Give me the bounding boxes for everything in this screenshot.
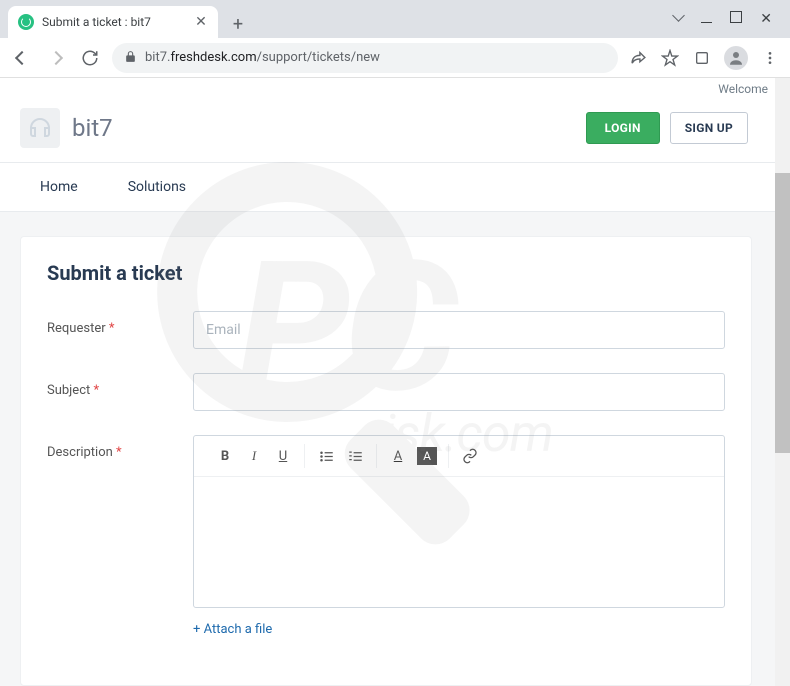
lock-icon (124, 48, 137, 67)
welcome-text: Welcome (0, 78, 790, 96)
signup-button[interactable]: SIGN UP (670, 112, 748, 144)
address-bar[interactable]: bit7.freshdesk.com/support/tickets/new (112, 43, 618, 73)
ticket-form-card: Submit a ticket Requester * Subject * (20, 236, 752, 686)
description-editor: B I U (193, 435, 725, 608)
subject-label: Subject * (47, 373, 193, 398)
rte-font-color-button[interactable]: A (385, 444, 411, 468)
url-domain: freshdesk.com (170, 50, 256, 65)
window-close-button[interactable] (760, 11, 772, 27)
window-maximize-button[interactable] (730, 11, 742, 27)
window-controls (656, 0, 790, 38)
tab-search-icon[interactable] (674, 11, 683, 27)
content-area: Submit a ticket Requester * Subject * (0, 212, 790, 686)
bookmark-icon[interactable] (660, 48, 680, 68)
rte-toolbar: B I U (194, 436, 724, 477)
rte-underline-button[interactable]: U (270, 444, 296, 468)
requester-label: Requester * (47, 311, 193, 336)
brand-logo-icon (20, 108, 60, 148)
nav-home[interactable]: Home (40, 179, 78, 195)
browser-toolbar: bit7.freshdesk.com/support/tickets/new (0, 38, 790, 78)
reload-button[interactable] (78, 46, 102, 70)
rte-ordered-list-button[interactable] (342, 444, 368, 468)
rte-bg-color-button[interactable]: A (414, 444, 440, 468)
scrollbar-thumb[interactable] (775, 173, 790, 453)
nav-solutions[interactable]: Solutions (128, 179, 186, 195)
brand: bit7 (20, 108, 113, 148)
share-icon[interactable] (628, 48, 648, 68)
page-title: Submit a ticket (47, 261, 725, 285)
url-prefix: bit7. (145, 50, 170, 65)
main-nav: Home Solutions (0, 162, 790, 212)
rte-unordered-list-button[interactable] (313, 444, 339, 468)
login-button[interactable]: LOGIN (586, 112, 660, 144)
attach-file-link[interactable]: + Attach a file (193, 622, 272, 637)
description-label: Description * (47, 435, 193, 460)
new-tab-button[interactable]: + (224, 10, 252, 38)
page-header: bit7 LOGIN SIGN UP (20, 104, 770, 162)
subject-input[interactable] (193, 373, 725, 411)
url-path: /support/tickets/new (257, 50, 380, 65)
rte-link-button[interactable] (457, 444, 483, 468)
brand-name: bit7 (72, 114, 113, 142)
extensions-icon[interactable] (692, 48, 712, 68)
url-text: bit7.freshdesk.com/support/tickets/new (145, 50, 380, 65)
back-button[interactable] (10, 46, 34, 70)
close-tab-icon[interactable]: ✕ (194, 15, 208, 29)
requester-email-input[interactable] (193, 311, 725, 349)
browser-tab[interactable]: Submit a ticket : bit7 ✕ (8, 6, 218, 38)
page-viewport: Welcome bit7 LOGIN SIGN UP Home Solution… (0, 78, 790, 686)
window-minimize-button[interactable] (701, 12, 712, 27)
required-marker: * (93, 383, 99, 398)
rte-italic-button[interactable]: I (241, 444, 267, 468)
profile-avatar[interactable] (724, 46, 748, 70)
browser-title-bar: Submit a ticket : bit7 ✕ + (0, 0, 790, 38)
tab-title: Submit a ticket : bit7 (42, 15, 186, 29)
scrollbar[interactable] (775, 78, 790, 686)
rte-bold-button[interactable]: B (212, 444, 238, 468)
forward-button[interactable] (44, 46, 68, 70)
tab-favicon-icon (18, 14, 34, 30)
description-textarea[interactable] (194, 477, 724, 607)
menu-icon[interactable] (760, 48, 780, 68)
required-marker: * (116, 445, 122, 460)
required-marker: * (109, 321, 115, 336)
